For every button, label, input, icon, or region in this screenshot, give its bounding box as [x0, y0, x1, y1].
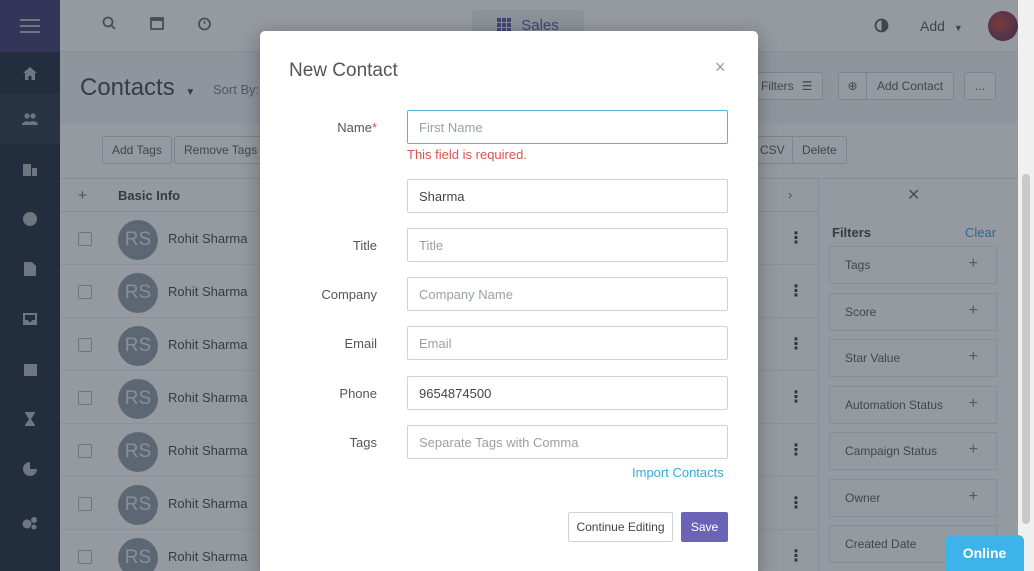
modal-title: New Contact: [289, 60, 398, 81]
page-scrollbar[interactable]: [1018, 0, 1034, 571]
import-contacts-link[interactable]: Import Contacts: [632, 465, 724, 480]
title-input[interactable]: [407, 228, 728, 262]
name-error-message: This field is required.: [407, 147, 527, 162]
scrollbar-thumb[interactable]: [1022, 174, 1030, 524]
save-button[interactable]: Save: [681, 512, 728, 542]
new-contact-modal: New Contact × Name* This field is requir…: [260, 31, 758, 571]
name-label-text: Name: [337, 120, 372, 135]
company-input[interactable]: [407, 277, 728, 311]
tags-input[interactable]: [407, 425, 728, 459]
required-mark: *: [371, 120, 377, 135]
last-name-input[interactable]: [407, 179, 728, 213]
tags-label: Tags: [349, 435, 377, 450]
title-label: Title: [352, 238, 377, 253]
email-input[interactable]: [407, 326, 728, 360]
close-icon[interactable]: ×: [715, 57, 726, 78]
email-label: Email: [344, 336, 377, 351]
phone-label: Phone: [339, 386, 377, 401]
online-status-badge[interactable]: Online: [945, 535, 1024, 571]
company-label: Company: [321, 287, 377, 302]
name-label: Name*: [260, 120, 377, 135]
first-name-input[interactable]: [407, 110, 728, 144]
phone-input[interactable]: [407, 376, 728, 410]
continue-editing-button[interactable]: Continue Editing: [568, 512, 673, 542]
